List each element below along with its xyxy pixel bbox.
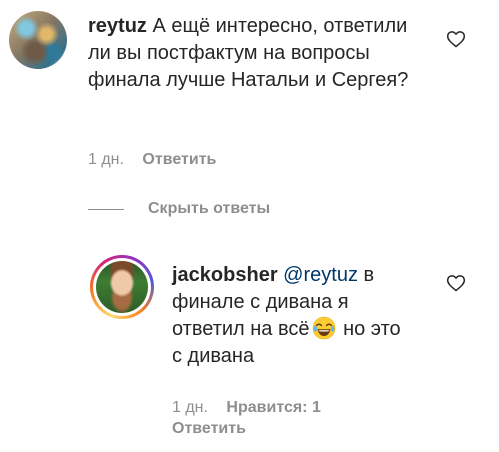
reply-mention[interactable]: @reytuz: [283, 264, 358, 286]
avatar[interactable]: [9, 11, 67, 69]
likes-count[interactable]: Нравится: 1: [226, 399, 320, 416]
reply-item: jackobsher @reytuz в финале с дивана я о…: [90, 255, 404, 370]
avatar[interactable]: [90, 255, 154, 319]
comment-username[interactable]: reytuz: [88, 15, 147, 37]
reply-body: jackobsher @reytuz в финале с дивана я о…: [172, 262, 404, 370]
replies-divider: [88, 208, 124, 210]
heart-icon[interactable]: [446, 273, 466, 293]
face-with-tears-of-joy-icon: [312, 316, 335, 340]
hide-replies-button[interactable]: Скрыть ответы: [88, 200, 270, 218]
reply-time[interactable]: 1 дн.: [172, 399, 208, 416]
hide-replies-label: Скрыть ответы: [148, 200, 271, 217]
comment-item: reytuz А ещё интересно, ответили ли вы п…: [9, 11, 428, 94]
comment-body: reytuz А ещё интересно, ответили ли вы п…: [88, 13, 428, 94]
avatar-image: [96, 261, 148, 313]
heart-icon[interactable]: [446, 29, 466, 49]
comment-meta: 1 дн. Ответить: [88, 150, 216, 170]
reply-button[interactable]: Ответить: [172, 419, 372, 439]
reply-username[interactable]: jackobsher: [172, 264, 278, 286]
comment-time[interactable]: 1 дн.: [88, 151, 124, 168]
reply-button[interactable]: Ответить: [142, 151, 216, 168]
reply-meta: 1 дн. Нравится: 1 Ответить: [172, 398, 372, 439]
